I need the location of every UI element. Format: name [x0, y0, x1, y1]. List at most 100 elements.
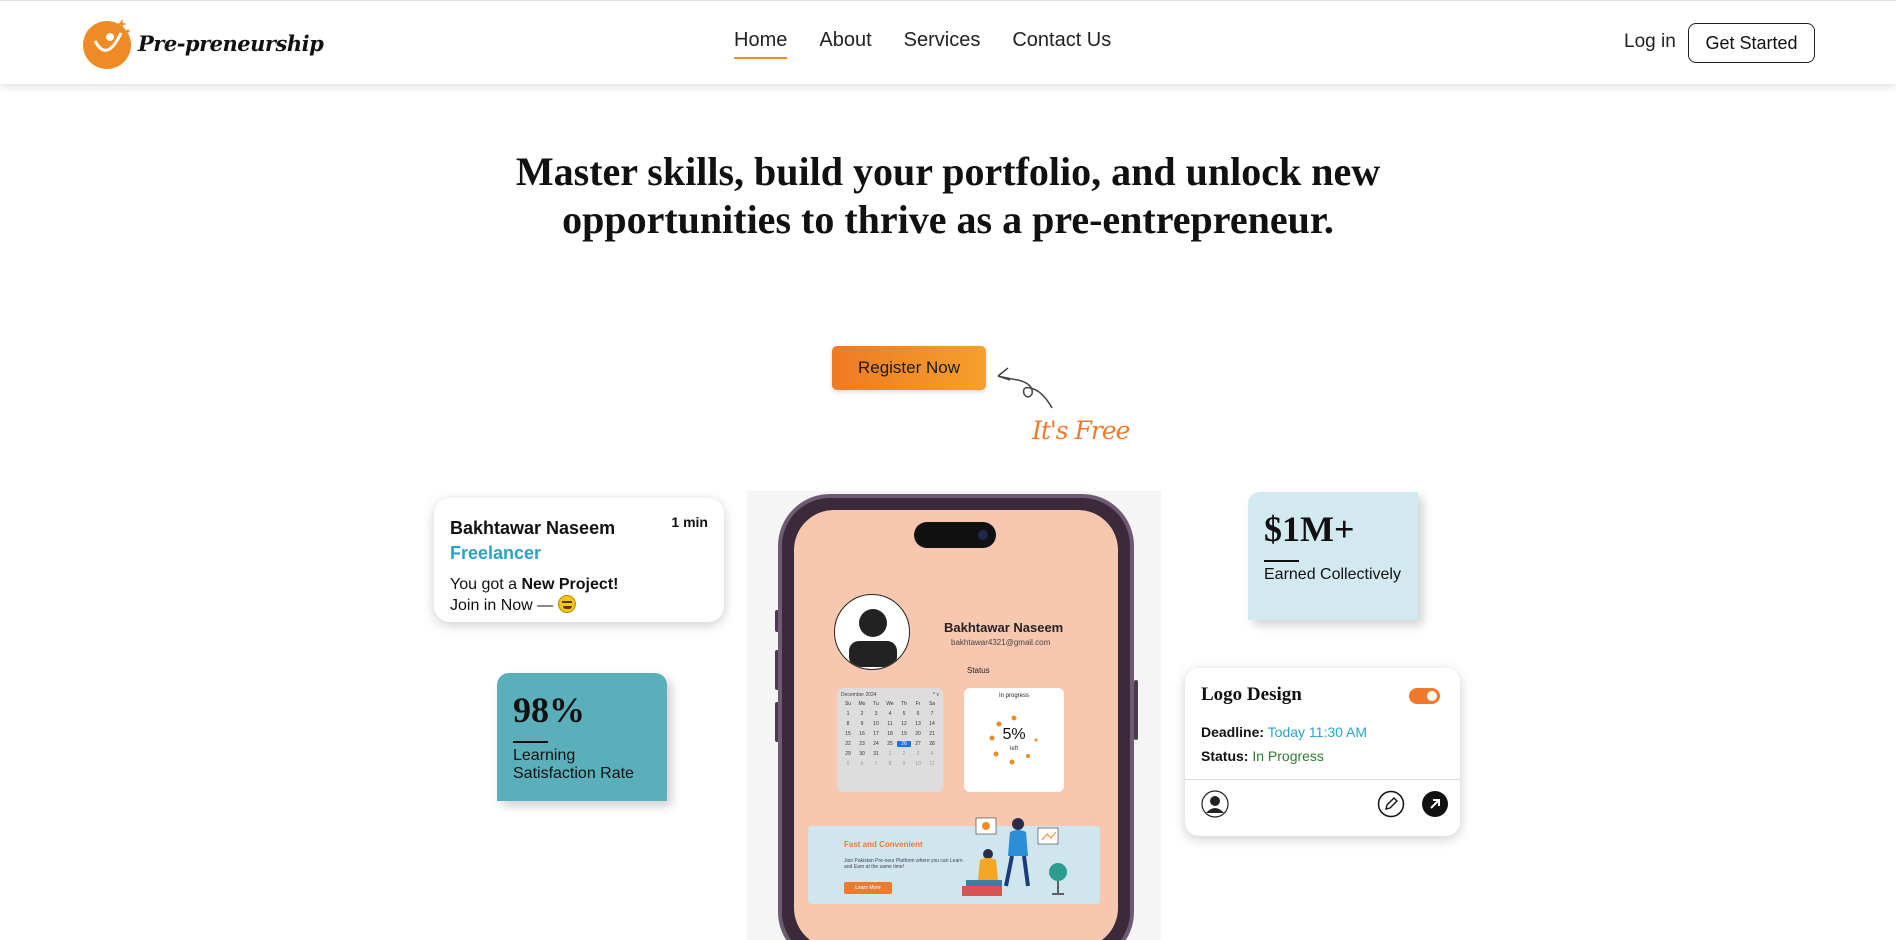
stat-divider — [513, 741, 548, 743]
calendar-day[interactable]: 30 — [855, 751, 869, 757]
calendar-day[interactable]: 23 — [855, 741, 869, 747]
task-toggle[interactable] — [1409, 688, 1440, 704]
calendar-day[interactable]: 8 — [883, 761, 897, 767]
edit-pen-icon[interactable] — [1377, 790, 1405, 818]
calendar-day[interactable]: 26 — [897, 741, 911, 747]
logo[interactable]: Pre-preneurship — [80, 15, 324, 71]
calendar-day[interactable]: 2 — [897, 751, 911, 757]
notification-card: Bakhtawar Naseem Freelancer You got a Ne… — [434, 498, 724, 622]
arrow-doodle-icon — [997, 367, 1053, 409]
calendar-day[interactable]: 8 — [841, 721, 855, 727]
calendar-day[interactable]: 11 — [925, 761, 939, 767]
profile-status-label: Status — [967, 666, 990, 675]
nav-about[interactable]: About — [819, 29, 871, 59]
calendar-header: December 2024 ^ v — [841, 692, 939, 698]
calendar-weekday: Mo — [858, 701, 866, 707]
calendar-day[interactable]: 5 — [841, 761, 855, 767]
calendar-day[interactable]: 28 — [925, 741, 939, 747]
calendar-day[interactable]: 21 — [925, 731, 939, 737]
calendar-day[interactable]: 9 — [855, 721, 869, 727]
dynamic-island — [914, 522, 996, 548]
calendar-day[interactable]: 1 — [883, 751, 897, 757]
progress-sub: left — [1009, 746, 1018, 752]
profile-name: Bakhtawar Naseem — [944, 620, 1064, 635]
notification-role: Freelancer — [450, 543, 542, 563]
task-deadline: Deadline: Today 11:30 AM — [1201, 724, 1367, 740]
calendar-day[interactable]: 14 — [925, 721, 939, 727]
calendar-day[interactable]: 6 — [911, 711, 925, 717]
calendar-day[interactable]: 31 — [869, 751, 883, 757]
main-nav: Home About Services Contact Us — [734, 29, 1143, 59]
status-label: Status: — [1201, 748, 1249, 764]
user-avatar-icon[interactable] — [1201, 790, 1229, 818]
task-status: Status: In Progress — [1201, 748, 1324, 764]
calendar-nav-icon: ^ v — [932, 692, 939, 698]
calendar-day[interactable]: 18 — [883, 731, 897, 737]
notification-msg-line2: Join in Now — — [450, 597, 558, 614]
calendar-day[interactable]: 16 — [855, 731, 869, 737]
phone-mockup: Bakhtawar Naseem bakhtawar4321@gmail.com… — [778, 494, 1134, 940]
calendar-day[interactable]: 29 — [841, 751, 855, 757]
notification-msg-prefix: You got a — [450, 576, 522, 593]
calendar-day[interactable]: 5 — [897, 711, 911, 717]
stat-divider — [1264, 560, 1299, 562]
calendar-day[interactable]: 19 — [897, 731, 911, 737]
calendar-weekday: We — [886, 701, 894, 707]
calendar-day[interactable]: 7 — [925, 711, 939, 717]
its-free-note: It's Free — [1032, 416, 1130, 445]
calendar-weekday: Tu — [873, 701, 879, 707]
login-link[interactable]: Log in — [1624, 31, 1676, 53]
open-arrow-icon[interactable] — [1421, 790, 1449, 818]
calendar-day[interactable]: 20 — [911, 731, 925, 737]
learn-more-button[interactable]: Learn More — [844, 882, 892, 894]
calendar-day[interactable]: 4 — [925, 751, 939, 757]
progress-widget: In progress 5% left — [964, 688, 1064, 792]
learning-stat-label: Learning Satisfaction Rate — [513, 747, 634, 782]
task-card: Logo Design Deadline: Today 11:30 AM Sta… — [1185, 668, 1460, 836]
calendar-day[interactable]: 9 — [897, 761, 911, 767]
hero-title: Master skills, build your portfolio, and… — [515, 149, 1381, 242]
nav-contact-us[interactable]: Contact Us — [1012, 29, 1111, 59]
grin-emoji-icon — [557, 595, 576, 613]
calendar-day[interactable]: 25 — [883, 741, 897, 747]
calendar-day[interactable]: 12 — [897, 721, 911, 727]
promo-banner: Fast and Convenient Join Pakistan Pre-ne… — [808, 817, 1100, 904]
calendar-day[interactable]: 4 — [883, 711, 897, 717]
calendar-day[interactable]: 3 — [869, 711, 883, 717]
banner-title: Fast and Convenient — [844, 840, 923, 849]
calendar-day[interactable]: 3 — [911, 751, 925, 757]
phone-screen: Bakhtawar Naseem bakhtawar4321@gmail.com… — [794, 510, 1118, 940]
task-title: Logo Design — [1201, 684, 1302, 705]
deadline-value: Today 11:30 AM — [1267, 724, 1368, 740]
earned-stat-value: $1M+ — [1264, 509, 1355, 549]
calendar-day[interactable]: 22 — [841, 741, 855, 747]
calendar-grid: Su Mo Tu We Th Fr Sa 1 2 3 4 5 6 7 8 9 10 11 12 13 14 15 16 17 1… — [841, 701, 939, 767]
banner-text: Join Pakistan Pre-neur Platform where yo… — [844, 858, 963, 870]
calendar-day[interactable]: 24 — [869, 741, 883, 747]
calendar-day[interactable]: 17 — [869, 731, 883, 737]
progress-value: 5% — [1002, 726, 1026, 743]
calendar-day[interactable]: 1 — [841, 711, 855, 717]
progress-label: In progress — [998, 693, 1029, 699]
notification-msg-bold: New Project! — [521, 576, 619, 593]
calendar-day[interactable]: 6 — [855, 761, 869, 767]
calendar-day[interactable]: 2 — [855, 711, 869, 717]
register-now-button[interactable]: Register Now — [832, 346, 986, 390]
people-illustration-icon — [962, 817, 1067, 896]
brand-name: Pre-preneurship — [138, 30, 324, 56]
calendar-day[interactable]: 13 — [911, 721, 925, 727]
get-started-button[interactable]: Get Started — [1688, 23, 1815, 63]
calendar-day[interactable]: 27 — [911, 741, 925, 747]
calendar-day[interactable]: 10 — [911, 761, 925, 767]
calendar-day[interactable]: 10 — [869, 721, 883, 727]
notification-message: You got a New Project! Join in Now — — [450, 574, 708, 616]
calendar-day[interactable]: 15 — [841, 731, 855, 737]
calendar-weekday: Sa — [928, 701, 936, 707]
nav-home[interactable]: Home — [734, 29, 788, 59]
calendar-day[interactable]: 11 — [883, 721, 897, 727]
calendar-weekday: Su — [844, 701, 852, 707]
calendar-month: December 2024 — [841, 692, 877, 698]
calendar-day[interactable]: 7 — [869, 761, 883, 767]
nav-services[interactable]: Services — [904, 29, 981, 59]
notification-time: 1 min — [671, 514, 708, 530]
